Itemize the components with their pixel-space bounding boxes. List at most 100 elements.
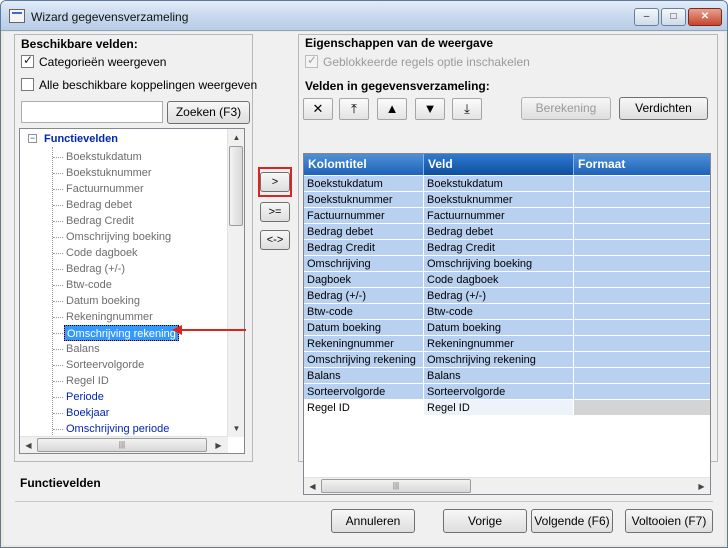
grid-cell[interactable] [574,304,710,320]
scroll-down-icon[interactable]: ▼ [228,420,244,437]
maximize-button[interactable]: □ [661,8,686,26]
grid-horizontal-scrollbar[interactable]: ◀ ||| ▶ [304,477,710,494]
grid-cell[interactable] [574,368,710,384]
grid-cell[interactable] [574,208,710,224]
grid-cell[interactable]: Boekstukdatum [304,176,424,192]
tree-item[interactable]: Regel ID [64,373,111,389]
collapse-icon[interactable]: − [28,134,37,143]
tree-item[interactable]: Omschrijving boeking [64,229,173,245]
cancel-button[interactable]: Annuleren [331,509,415,533]
close-button[interactable]: ✕ [688,8,722,26]
grid-cell[interactable] [574,400,710,416]
grid-cell[interactable]: Bedrag Credit [304,240,424,256]
grid-cell[interactable]: Boekstuknummer [304,192,424,208]
minimize-button[interactable]: – [634,8,659,26]
grid-cell[interactable]: Bedrag (+/-) [424,288,574,304]
search-button[interactable]: Zoeken (F3) [167,101,250,124]
grid-cell[interactable]: Btw-code [424,304,574,320]
tree-item[interactable]: Bedrag Credit [64,213,136,229]
scroll-right-icon[interactable]: ▶ [210,437,227,453]
tree-item[interactable]: Boekstukdatum [64,149,144,165]
grid-cell[interactable]: Omschrijving [304,256,424,272]
move-up-icon[interactable]: ▲ [377,98,407,120]
tree-item[interactable]: Rekeningnummer [64,309,155,325]
tree-item[interactable]: Btw-code [64,277,114,293]
tree-item[interactable]: Omschrijving periode [64,421,171,437]
tree-item[interactable]: Code dagboek [64,245,140,261]
show-categories-checkbox[interactable] [21,53,34,68]
search-input[interactable] [21,101,163,123]
hscroll-thumb[interactable]: ||| [37,438,207,452]
grid-cell[interactable] [574,224,710,240]
tree-item[interactable]: Periode [64,389,106,405]
grid-cell[interactable]: Sorteervolgorde [304,384,424,400]
previous-button[interactable]: Vorige [443,509,527,533]
dataset-grid[interactable]: Kolomtitel Veld Formaat Boekstukdatum Boe… [303,153,711,495]
delete-icon[interactable]: ✕ [303,98,333,120]
grid-cell[interactable] [574,192,710,208]
scroll-left-icon[interactable]: ◀ [20,437,37,453]
grid-cell[interactable]: Dagboek [304,272,424,288]
grid-hscroll-thumb[interactable]: ||| [321,479,471,493]
grid-cell[interactable]: Bedrag Credit [424,240,574,256]
grid-cell[interactable] [574,256,710,272]
grid-cell[interactable]: Balans [424,368,574,384]
swap-button[interactable]: <-> [260,230,290,250]
grid-cell[interactable]: Boekstuknummer [424,192,574,208]
grid-cell[interactable]: Bedrag debet [424,224,574,240]
move-bottom-icon[interactable]: ⤓ [452,98,482,120]
grid-cell[interactable]: Balans [304,368,424,384]
move-down-icon[interactable]: ▼ [415,98,445,120]
finish-button[interactable]: Voltooien (F7) [625,509,713,533]
add-field-button[interactable]: > [260,172,290,192]
next-button[interactable]: Volgende (F6) [531,509,613,533]
scroll-thumb[interactable] [229,146,243,226]
tree-root-functievelden[interactable]: Functievelden [44,131,118,147]
compress-button[interactable]: Verdichten [619,97,708,120]
grid-cell[interactable]: Omschrijving rekening [304,352,424,368]
tree-item[interactable]: Bedrag debet [64,197,134,213]
grid-cell[interactable]: Bedrag (+/-) [304,288,424,304]
move-top-icon[interactable]: ⤒ [339,98,369,120]
grid-cell[interactable] [574,336,710,352]
grid-cell[interactable]: Code dagboek [424,272,574,288]
grid-cell[interactable]: Bedrag debet [304,224,424,240]
add-all-button[interactable]: >= [260,202,290,222]
tree-item[interactable]: Balans [64,341,102,357]
grid-cell[interactable] [574,352,710,368]
tree-item[interactable]: Factuurnummer [64,181,146,197]
grid-cell[interactable]: Btw-code [304,304,424,320]
grid-cell[interactable] [574,384,710,400]
tree-item[interactable]: Boekjaar [64,405,111,421]
grid-cell[interactable]: Sorteervolgorde [424,384,574,400]
available-fields-tree[interactable]: − Functievelden Boekstukdatum Boekstuknum… [19,128,245,454]
calculation-button[interactable]: Berekening [521,97,611,120]
grid-cell[interactable]: Factuurnummer [304,208,424,224]
grid-cell[interactable] [574,320,710,336]
grid-cell[interactable]: Rekeningnummer [424,336,574,352]
grid-cell[interactable] [574,176,710,192]
grid-cell[interactable]: Factuurnummer [424,208,574,224]
tree-horizontal-scrollbar[interactable]: ◀ ||| ▶ [20,436,228,453]
column-header-field[interactable]: Veld [424,154,574,175]
grid-cell[interactable] [574,288,710,304]
grid-scroll-right-icon[interactable]: ▶ [693,478,710,494]
grid-cell[interactable]: Regel ID [304,400,424,416]
grid-cell[interactable]: Rekeningnummer [304,336,424,352]
grid-cell[interactable]: Omschrijving boeking [424,256,574,272]
tree-item[interactable]: Boekstuknummer [64,165,154,181]
tree-vertical-scrollbar[interactable]: ▲ ▼ [227,129,244,437]
tree-item[interactable]: Sorteervolgorde [64,357,146,373]
grid-cell[interactable]: Datum boeking [304,320,424,336]
tree-item[interactable]: Omschrijving rekening [64,325,179,341]
grid-scroll-left-icon[interactable]: ◀ [304,478,321,494]
tree-item[interactable]: Datum boeking [64,293,142,309]
grid-cell[interactable]: Boekstukdatum [424,176,574,192]
tree-item[interactable]: Bedrag (+/-) [64,261,127,277]
grid-cell[interactable]: Omschrijving rekening [424,352,574,368]
grid-cell[interactable]: Regel ID [424,400,574,416]
column-header-format[interactable]: Formaat [574,154,710,175]
column-header-title[interactable]: Kolomtitel [304,154,424,175]
grid-cell[interactable] [574,272,710,288]
blocked-rows-checkbox[interactable] [305,53,318,68]
